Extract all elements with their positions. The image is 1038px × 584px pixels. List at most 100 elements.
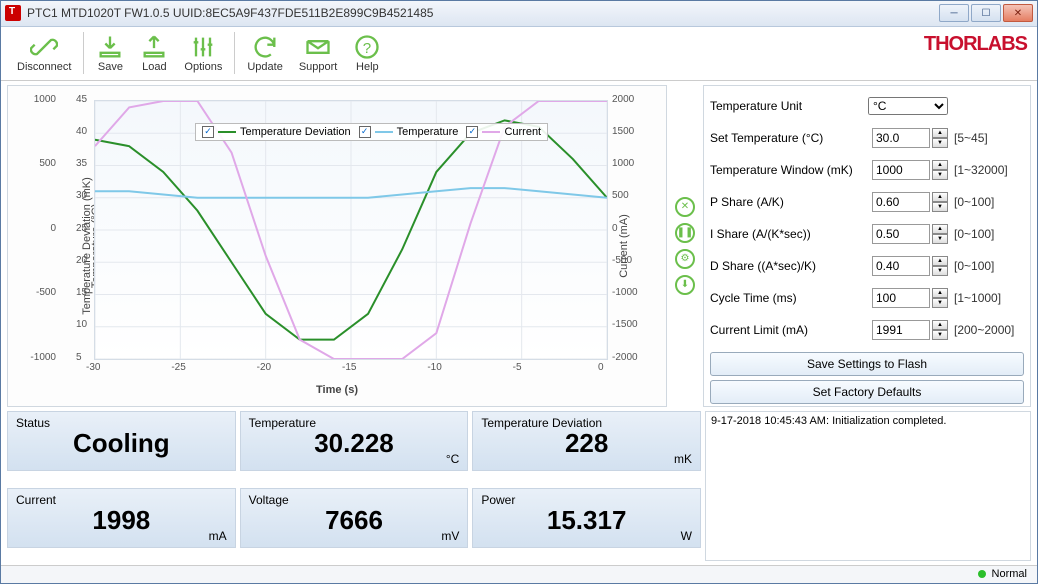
save-icon [96, 33, 124, 61]
save-label: Save [98, 61, 123, 73]
factory-defaults-button[interactable]: Set Factory Defaults [710, 380, 1024, 404]
stat-unit: °C [446, 452, 459, 466]
y-left2-tick: 5 [76, 352, 82, 363]
settings-row: Set Temperature (°C)▲▼[5~45] [710, 122, 1024, 154]
settings-label: P Share (A/K) [710, 195, 872, 209]
spinner[interactable]: ▲▼ [932, 320, 948, 340]
lower-row: StatusCoolingTemperature30.228°CTemperat… [7, 411, 1031, 561]
y-left2-tick: 15 [76, 287, 87, 298]
settings-input[interactable] [872, 288, 930, 308]
log-panel[interactable]: 9-17-2018 10:45:43 AM: Initialization co… [705, 411, 1031, 561]
chart-pause-button[interactable]: ❚❚ [675, 223, 695, 243]
separator [83, 32, 84, 74]
chart-stop-button[interactable]: ✕ [675, 197, 695, 217]
y-left1-tick: 0 [50, 223, 56, 234]
spinner[interactable]: ▲▼ [932, 288, 948, 308]
stat-value: 7666 [249, 505, 460, 536]
spinner[interactable]: ▲▼ [932, 224, 948, 244]
settings-range: [1~1000] [954, 291, 1024, 305]
spinner[interactable]: ▲▼ [932, 256, 948, 276]
settings-row: Temperature Window (mK)▲▼[1~32000] [710, 154, 1024, 186]
save-settings-button[interactable]: Save Settings to Flash [710, 352, 1024, 376]
settings-range: [0~100] [954, 259, 1024, 273]
stats-grid: StatusCoolingTemperature30.228°CTemperat… [7, 411, 701, 561]
help-button[interactable]: ? Help [345, 31, 389, 75]
load-button[interactable]: Load [132, 31, 176, 75]
legend-checkbox-a[interactable]: ✓ [202, 126, 214, 138]
save-button[interactable]: Save [88, 31, 132, 75]
disconnect-label: Disconnect [17, 61, 71, 73]
y-right-tick: 0 [612, 223, 618, 234]
maximize-button[interactable]: ☐ [971, 4, 1001, 22]
settings-range: [1~32000] [954, 163, 1024, 177]
y-left2-tick: 40 [76, 126, 87, 137]
lower-right: 9-17-2018 10:45:43 AM: Initialization co… [705, 411, 1031, 561]
settings-row: I Share (A/(K*sec))▲▼[0~100] [710, 218, 1024, 250]
y-left1-tick: 1000 [34, 94, 56, 105]
link-icon [30, 33, 58, 61]
toolbar: Disconnect Save Load Options Update Supp… [1, 27, 1037, 81]
settings-input[interactable] [872, 224, 930, 244]
options-button[interactable]: Options [176, 31, 230, 75]
stat-value: 15.317 [481, 505, 692, 536]
plot-area[interactable]: ✓Temperature Deviation ✓Temperature ✓Cur… [94, 100, 608, 360]
chart-export-button[interactable]: ⬇ [675, 275, 695, 295]
legend-label-a: Temperature Deviation [240, 126, 351, 138]
settings-input[interactable] [872, 320, 930, 340]
settings-input[interactable] [872, 256, 930, 276]
chart-side-controls: ✕ ❚❚ ⚙ ⬇ [673, 85, 697, 407]
mail-icon [304, 33, 332, 61]
minimize-button[interactable]: ─ [939, 4, 969, 22]
chart-area: Temperature Deviation (mK) Temperature (… [14, 92, 660, 400]
stat-unit: mK [674, 452, 692, 466]
stat-tile: Voltage7666mV [240, 488, 469, 548]
load-label: Load [142, 61, 166, 73]
update-button[interactable]: Update [239, 31, 290, 75]
settings-label: D Share ((A*sec)/K) [710, 259, 872, 273]
settings-input[interactable] [872, 160, 930, 180]
chart-legend: ✓Temperature Deviation ✓Temperature ✓Cur… [195, 123, 548, 141]
brand-logo: THORLABS [924, 33, 1027, 56]
settings-label: Current Limit (mA) [710, 323, 872, 337]
help-label: Help [356, 61, 379, 73]
titlebar: PTC1 MTD1020T FW1.0.5 UUID:8EC5A9F437FDE… [1, 1, 1037, 27]
spinner[interactable]: ▲▼ [932, 128, 948, 148]
window-controls: ─ ☐ ✕ [939, 4, 1033, 22]
disconnect-button[interactable]: Disconnect [9, 31, 79, 75]
support-button[interactable]: Support [291, 31, 346, 75]
svg-text:?: ? [363, 40, 371, 57]
y-right-tick: -1500 [612, 319, 638, 330]
y-left2-tick: 45 [76, 94, 87, 105]
y-axis-right-label: Current (mA) [618, 214, 630, 278]
y-right-tick: -2000 [612, 352, 638, 363]
stat-unit: mA [209, 529, 227, 543]
temperature-unit-select[interactable]: °C [868, 97, 948, 115]
settings-range: [0~100] [954, 227, 1024, 241]
y-left2-tick: 20 [76, 255, 87, 266]
stat-value: 228 [481, 428, 692, 459]
x-tick: -15 [342, 362, 356, 373]
stat-tile: Power15.317W [472, 488, 701, 548]
y-left1-tick: -500 [36, 287, 56, 298]
legend-checkbox-b[interactable]: ✓ [359, 126, 371, 138]
x-axis-label: Time (s) [316, 384, 358, 396]
spinner[interactable]: ▲▼ [932, 192, 948, 212]
stat-unit: W [681, 529, 692, 543]
settings-input[interactable] [872, 192, 930, 212]
chart-gear-button[interactable]: ⚙ [675, 249, 695, 269]
upper-row: Temperature Deviation (mK) Temperature (… [7, 85, 1031, 407]
status-text: Normal [992, 568, 1027, 580]
app-window: PTC1 MTD1020T FW1.0.5 UUID:8EC5A9F437FDE… [0, 0, 1038, 584]
x-tick: -5 [513, 362, 522, 373]
separator [234, 32, 235, 74]
stat-unit: mV [441, 529, 459, 543]
settings-label: Temperature Unit [710, 99, 868, 113]
refresh-icon [251, 33, 279, 61]
close-button[interactable]: ✕ [1003, 4, 1033, 22]
y-left2-tick: 30 [76, 190, 87, 201]
settings-input[interactable] [872, 128, 930, 148]
x-tick: -25 [171, 362, 185, 373]
legend-checkbox-c[interactable]: ✓ [466, 126, 478, 138]
spinner[interactable]: ▲▼ [932, 160, 948, 180]
stat-value: 1998 [16, 505, 227, 536]
